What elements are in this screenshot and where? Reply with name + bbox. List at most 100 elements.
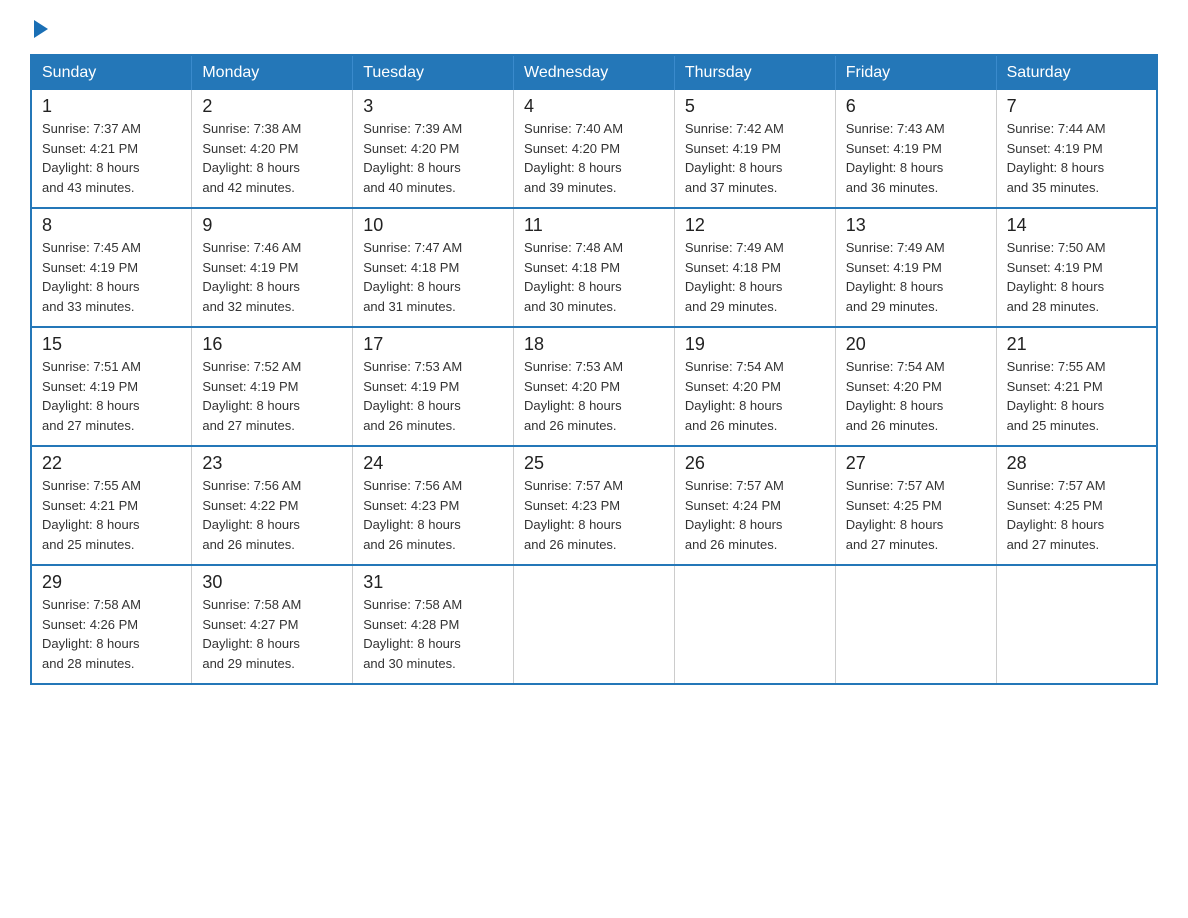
calendar-cell: 12 Sunrise: 7:49 AMSunset: 4:18 PMDaylig… [674,208,835,327]
day-number: 10 [363,215,503,236]
calendar-cell: 19 Sunrise: 7:54 AMSunset: 4:20 PMDaylig… [674,327,835,446]
day-info: Sunrise: 7:40 AMSunset: 4:20 PMDaylight:… [524,119,664,197]
calendar-week-row: 1 Sunrise: 7:37 AMSunset: 4:21 PMDayligh… [31,90,1157,208]
day-info: Sunrise: 7:50 AMSunset: 4:19 PMDaylight:… [1007,238,1146,316]
col-header-wednesday: Wednesday [514,55,675,90]
col-header-monday: Monday [192,55,353,90]
calendar-cell: 29 Sunrise: 7:58 AMSunset: 4:26 PMDaylig… [31,565,192,684]
day-number: 23 [202,453,342,474]
day-info: Sunrise: 7:56 AMSunset: 4:22 PMDaylight:… [202,476,342,554]
calendar-cell: 5 Sunrise: 7:42 AMSunset: 4:19 PMDayligh… [674,90,835,208]
day-info: Sunrise: 7:51 AMSunset: 4:19 PMDaylight:… [42,357,181,435]
logo [30,20,48,38]
day-number: 6 [846,96,986,117]
calendar-cell [674,565,835,684]
day-number: 20 [846,334,986,355]
calendar-header-row: SundayMondayTuesdayWednesdayThursdayFrid… [31,55,1157,90]
page-header [30,20,1158,38]
day-info: Sunrise: 7:42 AMSunset: 4:19 PMDaylight:… [685,119,825,197]
calendar-cell: 16 Sunrise: 7:52 AMSunset: 4:19 PMDaylig… [192,327,353,446]
day-number: 22 [42,453,181,474]
day-number: 3 [363,96,503,117]
day-number: 7 [1007,96,1146,117]
day-number: 11 [524,215,664,236]
day-info: Sunrise: 7:48 AMSunset: 4:18 PMDaylight:… [524,238,664,316]
logo-triangle-icon [34,20,48,38]
calendar-cell: 27 Sunrise: 7:57 AMSunset: 4:25 PMDaylig… [835,446,996,565]
calendar-cell: 20 Sunrise: 7:54 AMSunset: 4:20 PMDaylig… [835,327,996,446]
day-number: 18 [524,334,664,355]
day-number: 21 [1007,334,1146,355]
day-number: 12 [685,215,825,236]
day-number: 24 [363,453,503,474]
calendar-cell: 22 Sunrise: 7:55 AMSunset: 4:21 PMDaylig… [31,446,192,565]
calendar-cell: 4 Sunrise: 7:40 AMSunset: 4:20 PMDayligh… [514,90,675,208]
day-info: Sunrise: 7:58 AMSunset: 4:26 PMDaylight:… [42,595,181,673]
day-info: Sunrise: 7:49 AMSunset: 4:19 PMDaylight:… [846,238,986,316]
calendar-cell [835,565,996,684]
calendar-cell: 14 Sunrise: 7:50 AMSunset: 4:19 PMDaylig… [996,208,1157,327]
calendar-cell: 11 Sunrise: 7:48 AMSunset: 4:18 PMDaylig… [514,208,675,327]
day-info: Sunrise: 7:55 AMSunset: 4:21 PMDaylight:… [1007,357,1146,435]
calendar-cell [996,565,1157,684]
day-info: Sunrise: 7:57 AMSunset: 4:23 PMDaylight:… [524,476,664,554]
day-number: 2 [202,96,342,117]
calendar-cell: 28 Sunrise: 7:57 AMSunset: 4:25 PMDaylig… [996,446,1157,565]
calendar-cell: 6 Sunrise: 7:43 AMSunset: 4:19 PMDayligh… [835,90,996,208]
calendar-cell: 13 Sunrise: 7:49 AMSunset: 4:19 PMDaylig… [835,208,996,327]
day-info: Sunrise: 7:58 AMSunset: 4:27 PMDaylight:… [202,595,342,673]
day-info: Sunrise: 7:38 AMSunset: 4:20 PMDaylight:… [202,119,342,197]
day-info: Sunrise: 7:55 AMSunset: 4:21 PMDaylight:… [42,476,181,554]
day-number: 14 [1007,215,1146,236]
day-info: Sunrise: 7:56 AMSunset: 4:23 PMDaylight:… [363,476,503,554]
day-number: 8 [42,215,181,236]
day-info: Sunrise: 7:46 AMSunset: 4:19 PMDaylight:… [202,238,342,316]
day-number: 1 [42,96,181,117]
calendar-cell: 21 Sunrise: 7:55 AMSunset: 4:21 PMDaylig… [996,327,1157,446]
day-number: 27 [846,453,986,474]
calendar-week-row: 22 Sunrise: 7:55 AMSunset: 4:21 PMDaylig… [31,446,1157,565]
calendar-cell: 9 Sunrise: 7:46 AMSunset: 4:19 PMDayligh… [192,208,353,327]
day-info: Sunrise: 7:57 AMSunset: 4:25 PMDaylight:… [1007,476,1146,554]
calendar-cell: 10 Sunrise: 7:47 AMSunset: 4:18 PMDaylig… [353,208,514,327]
day-number: 19 [685,334,825,355]
day-number: 15 [42,334,181,355]
day-info: Sunrise: 7:58 AMSunset: 4:28 PMDaylight:… [363,595,503,673]
calendar-week-row: 8 Sunrise: 7:45 AMSunset: 4:19 PMDayligh… [31,208,1157,327]
day-info: Sunrise: 7:39 AMSunset: 4:20 PMDaylight:… [363,119,503,197]
day-number: 9 [202,215,342,236]
calendar-cell: 17 Sunrise: 7:53 AMSunset: 4:19 PMDaylig… [353,327,514,446]
day-number: 25 [524,453,664,474]
calendar-cell: 8 Sunrise: 7:45 AMSunset: 4:19 PMDayligh… [31,208,192,327]
calendar-cell [514,565,675,684]
day-info: Sunrise: 7:43 AMSunset: 4:19 PMDaylight:… [846,119,986,197]
day-info: Sunrise: 7:57 AMSunset: 4:24 PMDaylight:… [685,476,825,554]
calendar-cell: 7 Sunrise: 7:44 AMSunset: 4:19 PMDayligh… [996,90,1157,208]
calendar-cell: 2 Sunrise: 7:38 AMSunset: 4:20 PMDayligh… [192,90,353,208]
day-info: Sunrise: 7:47 AMSunset: 4:18 PMDaylight:… [363,238,503,316]
calendar-cell: 23 Sunrise: 7:56 AMSunset: 4:22 PMDaylig… [192,446,353,565]
day-info: Sunrise: 7:53 AMSunset: 4:20 PMDaylight:… [524,357,664,435]
day-info: Sunrise: 7:44 AMSunset: 4:19 PMDaylight:… [1007,119,1146,197]
calendar-cell: 24 Sunrise: 7:56 AMSunset: 4:23 PMDaylig… [353,446,514,565]
day-number: 17 [363,334,503,355]
calendar-table: SundayMondayTuesdayWednesdayThursdayFrid… [30,54,1158,685]
calendar-week-row: 29 Sunrise: 7:58 AMSunset: 4:26 PMDaylig… [31,565,1157,684]
col-header-sunday: Sunday [31,55,192,90]
day-number: 26 [685,453,825,474]
calendar-cell: 25 Sunrise: 7:57 AMSunset: 4:23 PMDaylig… [514,446,675,565]
day-number: 16 [202,334,342,355]
logo-line1 [30,20,48,38]
day-number: 13 [846,215,986,236]
day-info: Sunrise: 7:53 AMSunset: 4:19 PMDaylight:… [363,357,503,435]
day-number: 4 [524,96,664,117]
calendar-cell: 1 Sunrise: 7:37 AMSunset: 4:21 PMDayligh… [31,90,192,208]
col-header-thursday: Thursday [674,55,835,90]
calendar-cell: 15 Sunrise: 7:51 AMSunset: 4:19 PMDaylig… [31,327,192,446]
calendar-week-row: 15 Sunrise: 7:51 AMSunset: 4:19 PMDaylig… [31,327,1157,446]
day-number: 28 [1007,453,1146,474]
day-number: 30 [202,572,342,593]
day-number: 29 [42,572,181,593]
calendar-cell: 26 Sunrise: 7:57 AMSunset: 4:24 PMDaylig… [674,446,835,565]
day-info: Sunrise: 7:49 AMSunset: 4:18 PMDaylight:… [685,238,825,316]
